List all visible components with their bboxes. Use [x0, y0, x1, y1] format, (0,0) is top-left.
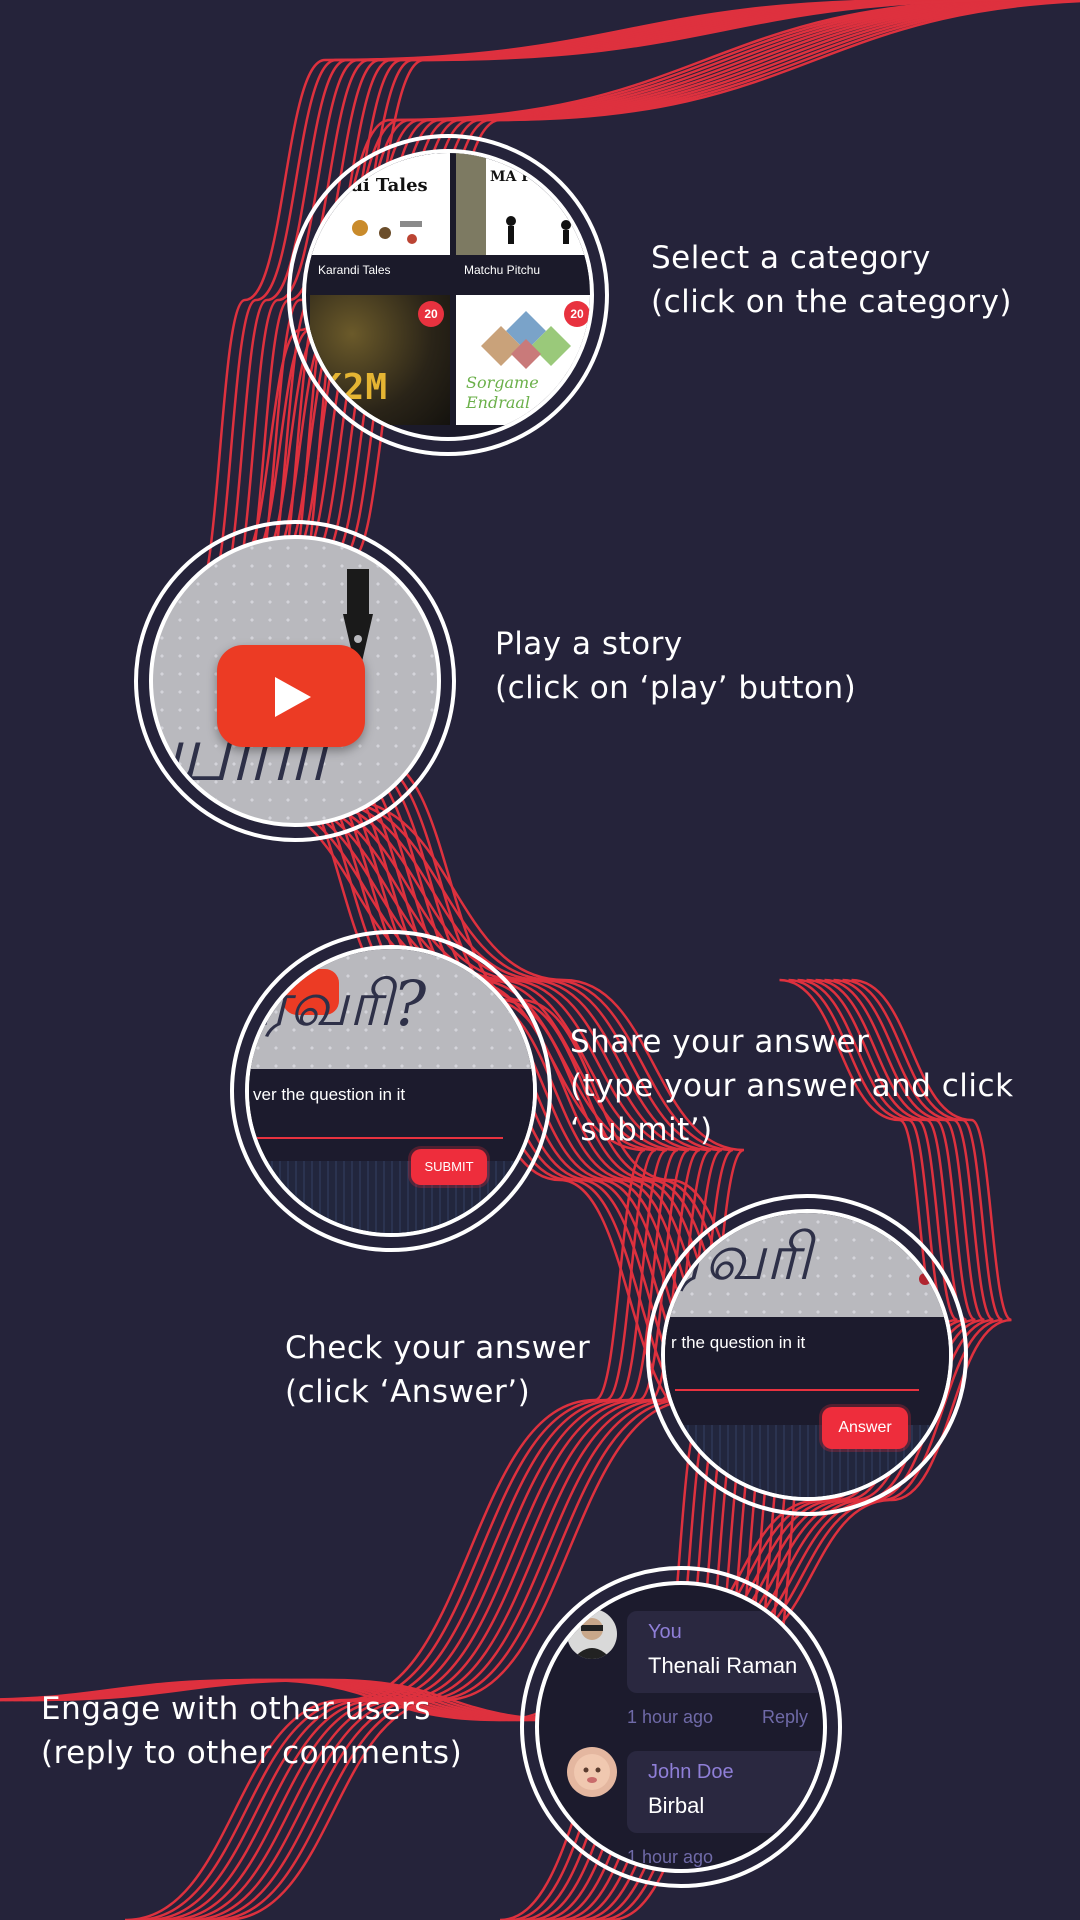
answer-input-underline: [675, 1389, 919, 1391]
user-avatar-icon: [574, 1754, 610, 1790]
step-title: Check your answer: [285, 1330, 591, 1366]
answer-input-underline: [255, 1137, 503, 1139]
category-art-text: MA PITCH: [490, 169, 574, 185]
step5-instruction: Engage with other users (reply to other …: [41, 1687, 462, 1775]
category-tile-sorgame-endraal[interactable]: Sorgame Endraal 20: [456, 295, 590, 425]
category-tile-k2m[interactable]: K2M 20: [310, 295, 450, 425]
step2-story-preview: யாரி: [149, 535, 441, 827]
story-title-art: ரவரி?: [257, 967, 427, 1040]
submit-button[interactable]: SUBMIT: [411, 1149, 487, 1185]
story-title-art: ரவரி: [671, 1221, 812, 1295]
step-title: Play a story: [495, 626, 683, 662]
category-tile-karandi-tales[interactable]: randi Tales Karandi Tales: [310, 153, 450, 283]
answer-button[interactable]: Answer: [822, 1407, 908, 1449]
step2-instruction: Play a story (click on ‘play’ button): [495, 622, 856, 710]
step1-instruction: Select a category (click on the category…: [651, 236, 1012, 324]
step-subtitle: (click on ‘play’ button): [495, 670, 857, 706]
step-subtitle: (type your answer and click: [570, 1068, 1014, 1104]
answer-input-placeholder[interactable]: ver the question in it: [253, 1085, 405, 1105]
step1-categories-preview: randi Tales Karandi Tales MA PITCH Match…: [302, 149, 594, 441]
play-icon: [275, 677, 311, 717]
category-art-text: randi Tales: [316, 175, 428, 196]
step3-answer-form-preview: ரவரி? ver the question in it SUBMIT: [245, 945, 537, 1237]
category-art-text: Sorgame Endraal: [466, 373, 539, 412]
play-button[interactable]: [217, 645, 365, 747]
step-title: Share your answer: [570, 1024, 870, 1060]
category-label: Matchu Pitchu: [464, 263, 541, 277]
category-label: Karandi Tales: [318, 263, 391, 277]
step4-instruction: Check your answer (click ‘Answer’): [285, 1326, 590, 1414]
step-subtitle: (click ‘Answer’): [285, 1374, 531, 1410]
comment-author: John Doe: [648, 1761, 734, 1783]
step4-answer-check-preview: ரவரி r the question in it Answer: [661, 1209, 953, 1501]
avatar: [567, 1609, 617, 1659]
step5-comments-preview: You Thenali Raman 1 hour ago Reply John …: [535, 1581, 827, 1873]
cricket-players-illustration: [506, 216, 571, 244]
avatar: [567, 1747, 617, 1797]
step-subtitle: ‘submit’): [570, 1112, 713, 1148]
comment-timestamp: 1 hour ago: [627, 1847, 714, 1867]
reply-button[interactable]: Reply: [762, 1707, 808, 1728]
step-title: Select a category: [651, 240, 931, 276]
step-subtitle: (click on the category): [651, 284, 1013, 320]
step3-instruction: Share your answer (type your answer and …: [570, 1020, 1014, 1152]
comment-text: Birbal: [648, 1793, 705, 1818]
step-subtitle: (reply to other comments): [41, 1735, 463, 1771]
category-art-text: K2M: [320, 367, 389, 408]
category-count-badge: 20: [418, 301, 444, 327]
comment-timestamp: 1 hour ago: [627, 1707, 714, 1727]
category-count-badge: 20: [564, 301, 590, 327]
category-tile-matchu-pitchu[interactable]: MA PITCH Matchu Pitchu: [456, 153, 590, 283]
user-avatar-icon: [573, 1618, 611, 1659]
answer-input-placeholder[interactable]: r the question in it: [671, 1333, 805, 1353]
comment-author: You: [648, 1621, 682, 1643]
kitchen-utensils-illustration: [352, 220, 422, 244]
collage-illustration: [481, 311, 571, 369]
step-title: Engage with other users: [41, 1691, 431, 1727]
comment-text: Thenali Raman: [648, 1653, 798, 1678]
